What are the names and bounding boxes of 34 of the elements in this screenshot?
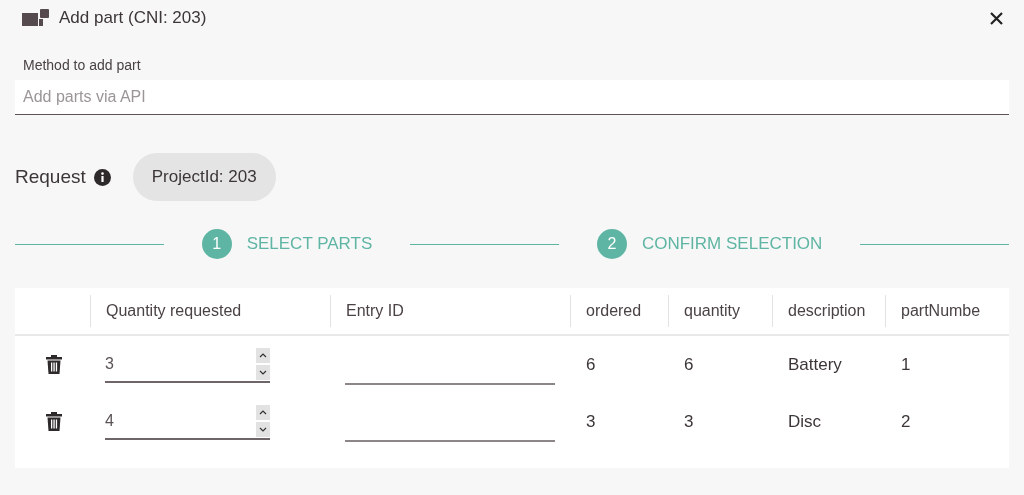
column-header: Quantity requested [106,301,242,321]
table-cell: 2 [901,411,911,431]
step-number: 1 [201,229,232,259]
column-header: description [788,301,866,321]
field-label: Method to add part [22,56,142,75]
increment-icon[interactable] [256,404,270,420]
table-cell: Battery [788,354,842,374]
window-icon [22,9,50,27]
column-header: ordered [586,301,642,321]
table-cell: Disc [788,411,822,431]
delete-button[interactable] [44,354,63,375]
table-cell: 3 [586,411,596,431]
column-header: partNumbe [901,301,981,321]
table-cell: 3 [684,411,694,431]
quantity-field[interactable]: 4 [105,403,270,440]
table-cell: 6 [684,354,694,374]
dialog-title: Add part (CNI: 203) [59,7,207,30]
decrement-icon[interactable] [256,421,270,437]
step-label: SELECT PARTS [246,233,373,256]
column-header: quantity [684,301,741,321]
quantity-field[interactable]: 3 [105,346,270,383]
info-icon [93,168,111,186]
table-cell: 6 [586,354,596,374]
step-number: 2 [596,229,627,259]
method-field[interactable]: Add parts via API [15,80,1009,115]
request-label: Request [15,164,86,189]
project-chip: ProjectId: 203 [132,153,276,201]
table-cell: 1 [901,354,911,374]
decrement-icon[interactable] [256,364,270,380]
increment-icon[interactable] [256,347,270,363]
column-header: Entry ID [346,301,404,321]
step-label: CONFIRM SELECTION [641,233,823,256]
close-icon [989,11,1003,25]
delete-button[interactable] [44,411,63,432]
